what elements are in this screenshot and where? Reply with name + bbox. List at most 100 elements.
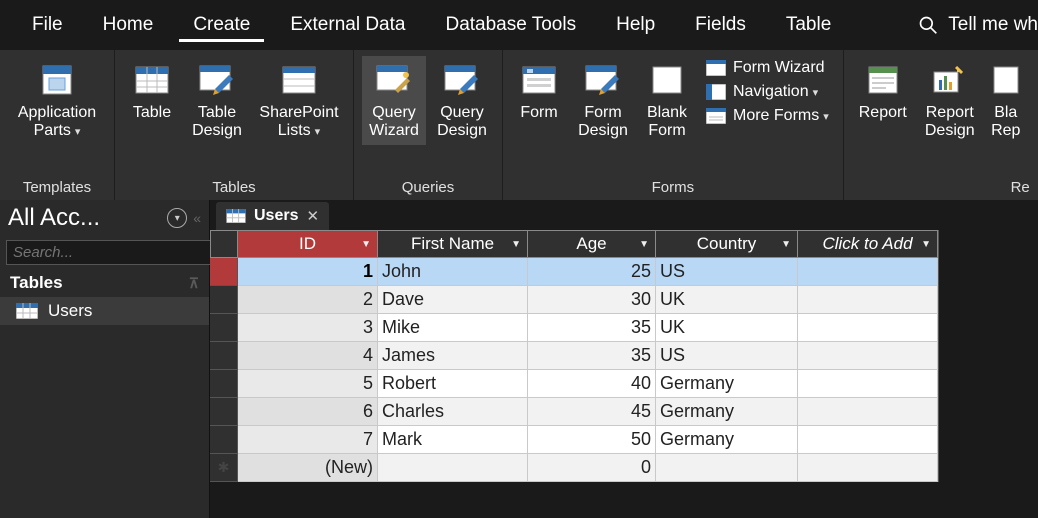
- cell-firstname[interactable]: Charles: [378, 398, 528, 426]
- cell-age[interactable]: 50: [528, 426, 656, 454]
- cell-age[interactable]: 45: [528, 398, 656, 426]
- dropdown-icon[interactable]: ▼: [361, 239, 371, 250]
- cell-id[interactable]: (New): [238, 454, 378, 482]
- row-selector[interactable]: [210, 370, 238, 398]
- nav-item-users[interactable]: Users: [0, 297, 209, 325]
- cell-firstname[interactable]: John: [378, 258, 528, 286]
- query-design-button[interactable]: Query Design: [430, 56, 494, 145]
- table-design-button[interactable]: Table Design: [185, 56, 249, 145]
- cell-empty[interactable]: [798, 258, 938, 286]
- datasheet-grid[interactable]: ID▼ First Name▼ Age▼ Country▼ Click to A…: [210, 230, 1038, 482]
- menu-file[interactable]: File: [18, 8, 77, 42]
- row-selector[interactable]: [210, 286, 238, 314]
- cell-country[interactable]: [656, 454, 798, 482]
- application-parts-button[interactable]: Application Parts: [8, 56, 106, 145]
- dropdown-icon[interactable]: ▼: [781, 239, 791, 250]
- cell-empty[interactable]: [798, 454, 938, 482]
- cell-id[interactable]: 1: [238, 258, 378, 286]
- row-selector[interactable]: [210, 426, 238, 454]
- column-header-firstname[interactable]: First Name▼: [378, 230, 528, 258]
- cell-country[interactable]: Germany: [656, 370, 798, 398]
- cell-id[interactable]: 4: [238, 342, 378, 370]
- cell-firstname[interactable]: Robert: [378, 370, 528, 398]
- cell-age[interactable]: 30: [528, 286, 656, 314]
- cell-id[interactable]: 3: [238, 314, 378, 342]
- sharepoint-lists-button[interactable]: SharePoint Lists: [253, 56, 345, 145]
- menu-table[interactable]: Table: [772, 8, 845, 42]
- cell-age[interactable]: 25: [528, 258, 656, 286]
- column-header-country[interactable]: Country▼: [656, 230, 798, 258]
- cell-country[interactable]: UK: [656, 314, 798, 342]
- row-selector[interactable]: [210, 314, 238, 342]
- form-wizard-button[interactable]: Form Wizard: [705, 58, 829, 78]
- form-design-button[interactable]: Form Design: [571, 56, 635, 145]
- cell-empty[interactable]: [798, 370, 938, 398]
- column-header-add[interactable]: Click to Add▼: [798, 230, 938, 258]
- cell-id[interactable]: 7: [238, 426, 378, 454]
- cell-firstname[interactable]: Mike: [378, 314, 528, 342]
- cell-empty[interactable]: [798, 314, 938, 342]
- table-row[interactable]: 3Mike35UK: [210, 314, 1038, 342]
- cell-empty[interactable]: [798, 342, 938, 370]
- menu-home[interactable]: Home: [89, 8, 168, 42]
- cell-id[interactable]: 6: [238, 398, 378, 426]
- form-button[interactable]: Form: [511, 56, 567, 126]
- query-wizard-button[interactable]: Query Wizard: [362, 56, 426, 145]
- table-row[interactable]: 1John25US: [210, 258, 1038, 286]
- cell-firstname[interactable]: [378, 454, 528, 482]
- nav-dropdown-icon[interactable]: ▾: [167, 208, 187, 228]
- tab-users[interactable]: Users ✕: [216, 202, 329, 230]
- menu-help[interactable]: Help: [602, 8, 669, 42]
- cell-country[interactable]: US: [656, 342, 798, 370]
- table-row[interactable]: 4James35US: [210, 342, 1038, 370]
- cell-empty[interactable]: [798, 426, 938, 454]
- dropdown-icon[interactable]: ▼: [921, 239, 931, 250]
- report-button[interactable]: Report: [852, 56, 914, 126]
- cell-firstname[interactable]: Mark: [378, 426, 528, 454]
- tell-me-search[interactable]: Tell me wh: [912, 14, 1038, 36]
- column-header-age[interactable]: Age▼: [528, 230, 656, 258]
- tab-close-icon[interactable]: ✕: [306, 207, 319, 225]
- cell-country[interactable]: Germany: [656, 398, 798, 426]
- cell-id[interactable]: 2: [238, 286, 378, 314]
- blank-report-button[interactable]: Bla Rep: [986, 56, 1026, 145]
- cell-id[interactable]: 5: [238, 370, 378, 398]
- cell-country[interactable]: US: [656, 258, 798, 286]
- column-header-id[interactable]: ID▼: [238, 230, 378, 258]
- cell-age[interactable]: 35: [528, 342, 656, 370]
- cell-country[interactable]: Germany: [656, 426, 798, 454]
- menu-external-data[interactable]: External Data: [276, 8, 419, 42]
- more-forms-button[interactable]: More Forms: [705, 106, 829, 126]
- cell-age[interactable]: 0: [528, 454, 656, 482]
- new-record-row[interactable]: ✱(New) 0: [210, 454, 1038, 482]
- dropdown-icon[interactable]: ▼: [639, 239, 649, 250]
- table-row[interactable]: 2Dave30UK: [210, 286, 1038, 314]
- table-row[interactable]: 6Charles45Germany: [210, 398, 1038, 426]
- menu-database-tools[interactable]: Database Tools: [431, 8, 590, 42]
- cell-age[interactable]: 40: [528, 370, 656, 398]
- report-design-button[interactable]: Report Design: [918, 56, 982, 145]
- blank-form-button[interactable]: Blank Form: [639, 56, 695, 145]
- row-selector[interactable]: [210, 398, 238, 426]
- row-selector[interactable]: ✱: [210, 454, 238, 482]
- table-row[interactable]: 5Robert40Germany: [210, 370, 1038, 398]
- cell-country[interactable]: UK: [656, 286, 798, 314]
- nav-group-tables[interactable]: Tables ⊼: [0, 269, 209, 297]
- nav-title[interactable]: All Acc...: [8, 204, 161, 232]
- row-selector[interactable]: [210, 342, 238, 370]
- menu-create[interactable]: Create: [179, 8, 264, 42]
- cell-empty[interactable]: [798, 286, 938, 314]
- dropdown-icon[interactable]: ▼: [511, 239, 521, 250]
- nav-search-input[interactable]: [6, 240, 221, 265]
- cell-firstname[interactable]: Dave: [378, 286, 528, 314]
- table-button[interactable]: Table: [123, 56, 181, 126]
- cell-empty[interactable]: [798, 398, 938, 426]
- navigation-button[interactable]: Navigation: [705, 82, 829, 102]
- row-selector[interactable]: [210, 258, 238, 286]
- nav-collapse-icon[interactable]: «: [193, 210, 201, 226]
- cell-age[interactable]: 35: [528, 314, 656, 342]
- select-all-cell[interactable]: [210, 230, 238, 258]
- table-row[interactable]: 7Mark50Germany: [210, 426, 1038, 454]
- menu-fields[interactable]: Fields: [681, 8, 760, 42]
- cell-firstname[interactable]: James: [378, 342, 528, 370]
